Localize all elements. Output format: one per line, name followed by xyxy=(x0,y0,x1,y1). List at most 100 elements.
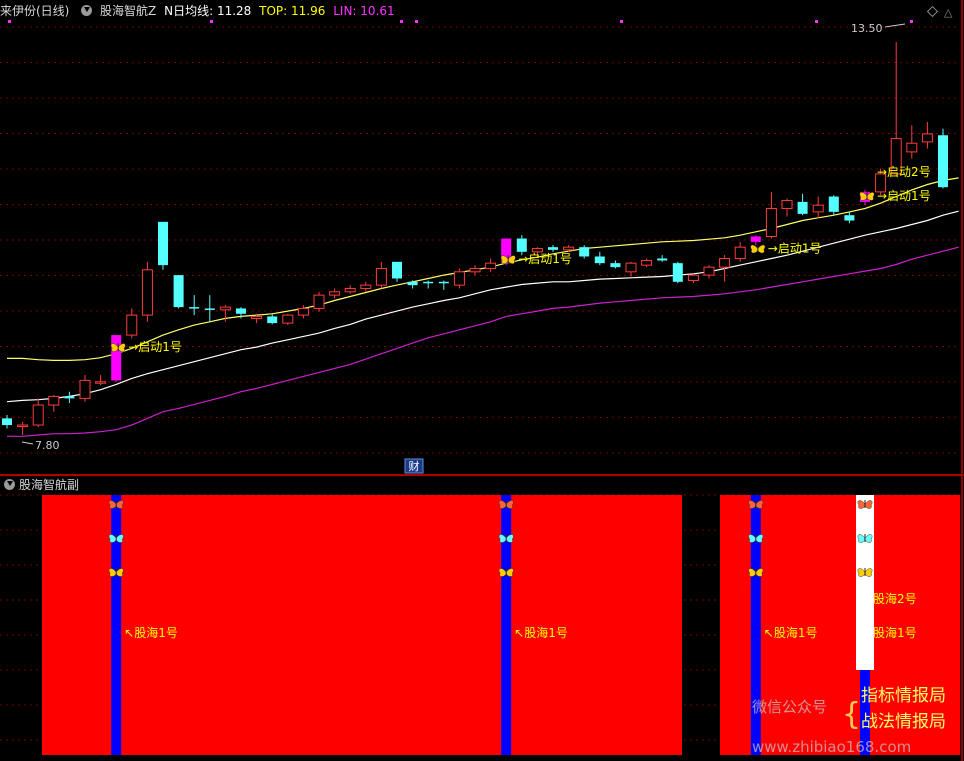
candle-body[interactable] xyxy=(485,262,497,269)
candle-body[interactable] xyxy=(297,307,309,316)
candle-body[interactable] xyxy=(79,379,91,399)
right-border xyxy=(961,0,963,761)
butterfly-icon xyxy=(859,191,875,201)
candle-body[interactable] xyxy=(828,196,839,212)
candle-body[interactable] xyxy=(625,262,637,273)
candle-body[interactable] xyxy=(282,314,294,324)
candle-body[interactable] xyxy=(906,142,918,153)
candle-body[interactable] xyxy=(375,267,387,286)
candle-body[interactable] xyxy=(423,281,434,284)
candle-body[interactable] xyxy=(126,314,138,336)
sub-signal-label: ↖股海1号 xyxy=(514,625,568,640)
candle-body[interactable] xyxy=(687,274,699,281)
butterfly-icon xyxy=(857,500,873,509)
low-price-label: 7.80 xyxy=(35,439,60,452)
candle-body[interactable] xyxy=(64,396,75,399)
candle-body[interactable] xyxy=(32,404,44,426)
candle-body[interactable] xyxy=(251,315,263,319)
butterfly-icon xyxy=(498,534,514,543)
kline-chart[interactable]: →启动1号 →启动1号 →启动1号 →启动1号 →启动2号 13.50 7.80 ↖股海1号… xyxy=(0,0,964,761)
candle-body[interactable] xyxy=(344,287,356,293)
butterfly-icon xyxy=(748,500,764,509)
candle-body[interactable] xyxy=(719,257,731,268)
candle-body[interactable] xyxy=(844,215,855,221)
butterfly-icon xyxy=(498,500,514,509)
sub-signal-label: ↖股海1号 xyxy=(124,625,178,640)
sub-red-block xyxy=(42,495,682,755)
panel-divider xyxy=(0,474,964,476)
candle-body[interactable] xyxy=(438,281,449,284)
signal-dot xyxy=(400,20,403,23)
signal-label: →启动2号 xyxy=(877,165,931,179)
candle-body[interactable] xyxy=(579,247,590,257)
candle-body[interactable] xyxy=(219,306,231,311)
candle-body[interactable] xyxy=(797,201,808,214)
candle-body[interactable] xyxy=(594,256,605,264)
candle-body[interactable] xyxy=(392,261,402,279)
butterfly-icon xyxy=(857,534,873,543)
high-price-label: 13.50 xyxy=(851,22,883,35)
butterfly-icon xyxy=(857,568,873,577)
watermark-line1: 指标情报局 xyxy=(861,686,946,706)
candle-body[interactable] xyxy=(812,204,824,213)
butterfly-icon xyxy=(748,534,764,543)
signal-label: →启动1号 xyxy=(518,252,572,266)
sub-signal-label: 股海2号 xyxy=(873,591,917,606)
signal-label: →启动1号 xyxy=(128,340,182,354)
candle-body[interactable] xyxy=(189,307,200,309)
butterfly-icon xyxy=(750,244,766,254)
watermark-brace: { xyxy=(842,697,861,732)
signal-dot xyxy=(415,20,418,23)
candle-body[interactable] xyxy=(610,263,621,268)
signal-dot xyxy=(210,20,213,23)
diamond-icon[interactable] xyxy=(926,5,939,18)
candle-body[interactable] xyxy=(360,284,372,289)
butterfly-icon xyxy=(108,534,124,543)
candle-body[interactable] xyxy=(17,424,29,428)
sub-signal-label: 股海1号 xyxy=(873,625,917,640)
candle-body[interactable] xyxy=(173,275,184,308)
candle-body[interactable] xyxy=(267,316,278,324)
candle-body[interactable] xyxy=(469,267,481,273)
butterfly-icon xyxy=(498,568,514,577)
candle-body[interactable] xyxy=(95,381,107,384)
candle-body[interactable] xyxy=(158,221,168,266)
butterfly-icon xyxy=(108,500,124,509)
candle-body[interactable] xyxy=(641,259,653,266)
candle-body[interactable] xyxy=(750,236,761,242)
signal-dot xyxy=(620,20,623,23)
candle-body[interactable] xyxy=(548,247,558,250)
candles xyxy=(2,20,948,436)
candle-body[interactable] xyxy=(2,418,12,426)
signal-dot xyxy=(910,20,913,23)
signal-label: →启动1号 xyxy=(877,189,931,203)
watermark-line2: 战法情报局 xyxy=(861,712,946,732)
candle-body[interactable] xyxy=(313,294,325,309)
candle-body[interactable] xyxy=(236,308,246,314)
candle-body[interactable] xyxy=(563,246,575,251)
sub-signal-column xyxy=(856,495,874,670)
candle-body[interactable] xyxy=(703,266,715,276)
candle-body[interactable] xyxy=(329,291,341,296)
candle-body[interactable] xyxy=(111,335,122,381)
candle-body[interactable] xyxy=(781,200,793,210)
candle-body[interactable] xyxy=(734,246,746,259)
candle-body[interactable] xyxy=(938,135,948,188)
candle-body[interactable] xyxy=(48,395,60,406)
candle-body[interactable] xyxy=(141,269,153,316)
cai-marker-text: 财 xyxy=(409,459,420,473)
candle-body[interactable] xyxy=(204,308,215,310)
candle-body[interactable] xyxy=(453,271,465,286)
candle-body[interactable] xyxy=(765,208,777,238)
candle-body[interactable] xyxy=(407,281,418,286)
candle-body[interactable] xyxy=(516,238,527,252)
candle-body[interactable] xyxy=(921,133,933,143)
watermark-site: www.zhibiao168.com xyxy=(752,738,911,756)
sub-signal-label: ↖股海1号 xyxy=(764,625,818,640)
low-price-arrow xyxy=(21,441,34,445)
candle-body[interactable] xyxy=(672,263,683,282)
signal-label: →启动1号 xyxy=(768,242,822,256)
candle-body[interactable] xyxy=(657,258,668,261)
scroll-up-icon[interactable]: △ xyxy=(944,6,953,19)
butterfly-icon xyxy=(748,568,764,577)
